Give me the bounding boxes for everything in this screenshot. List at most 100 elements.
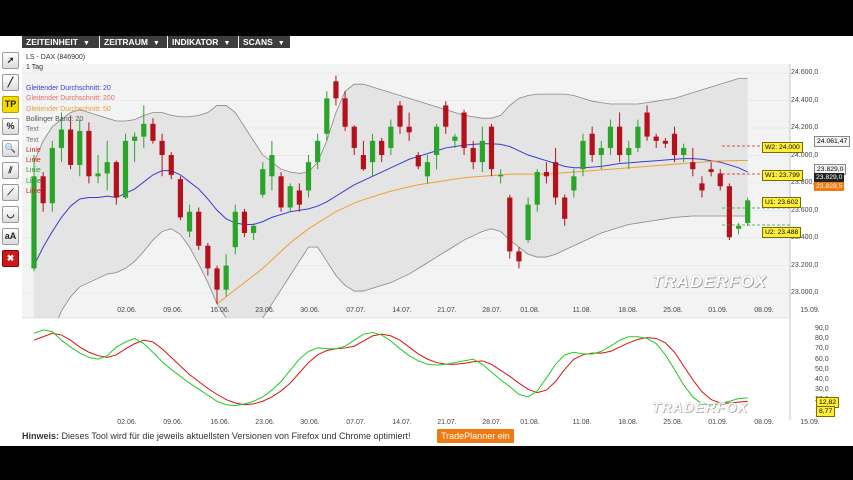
price-tick-label: 23.000,0	[791, 289, 819, 296]
hint-text: Dieses Tool wird für die jeweils aktuell…	[59, 431, 411, 441]
watermark-logo-osc: TRADERFOX	[652, 399, 749, 415]
legend-item[interactable]: Text	[26, 136, 39, 145]
osc-tick-label: 90,0	[815, 325, 829, 332]
candle-body	[132, 136, 138, 141]
candle-body	[40, 176, 46, 204]
candle-body	[388, 126, 394, 148]
candle-body	[552, 162, 559, 198]
date-tick-label: 25.08.	[663, 307, 683, 314]
legend-item[interactable]: Text	[26, 125, 39, 134]
candle-body	[223, 265, 229, 290]
candle-body	[324, 98, 330, 134]
candle-body	[214, 268, 220, 290]
candle-body	[77, 130, 83, 165]
date-tick-label: 11.08.	[572, 419, 592, 426]
candle-body	[141, 123, 147, 137]
legend-item[interactable]: Gleitender Durchschnitt: 20	[26, 84, 111, 93]
candle-body	[580, 140, 586, 170]
date-tick-label: 02.06.	[117, 419, 137, 426]
candle-body	[461, 112, 467, 148]
candle-body	[251, 225, 257, 233]
candle-body	[708, 169, 714, 173]
candle-body	[104, 162, 110, 174]
candle-body	[360, 155, 366, 170]
candle-body	[571, 176, 577, 191]
candle-body	[415, 155, 421, 167]
candle-body	[635, 126, 641, 148]
candle-body	[177, 179, 183, 218]
resistance-w1-label[interactable]: W1: 23.799	[762, 170, 803, 181]
candle[interactable]	[278, 172, 284, 212]
legend-item[interactable]: Gleitender Durchschnitt: 200	[26, 94, 115, 103]
date-tick-label: 30.06.	[300, 419, 320, 426]
candle[interactable]	[196, 207, 202, 250]
date-tick-label: 23.06.	[255, 419, 275, 426]
candle[interactable]	[324, 91, 330, 141]
candle[interactable]	[49, 140, 55, 212]
trading-app: ZEITEINHEIT ▼ ZEITRAUM ▼ INDIKATOR ▼ SCANS ▼ ➚ ╱…	[0, 36, 853, 446]
legend-item[interactable]: Bollinger Band: 20	[26, 115, 83, 124]
candle-body	[397, 105, 403, 127]
candle[interactable]	[122, 133, 129, 199]
price-tick-label: 24.600,0	[791, 69, 819, 76]
date-tick-label: 16.06.	[210, 307, 230, 314]
candle[interactable]	[86, 122, 92, 184]
candle[interactable]	[287, 183, 293, 212]
date-tick-label: 23.06.	[255, 307, 275, 314]
candle-body	[644, 112, 650, 137]
date-tick-label: 08.09.	[754, 419, 774, 426]
candle-body	[406, 126, 412, 133]
candle-body	[351, 126, 357, 148]
candle-body	[369, 140, 376, 163]
osc-tick-label: 50,0	[815, 365, 829, 373]
resistance-w2-label[interactable]: W2: 24.000	[762, 142, 803, 153]
legend-item[interactable]: Linie	[26, 187, 41, 196]
instrument-name: LS - DAX (846900)	[26, 54, 86, 61]
date-tick-label: 01.09.	[708, 307, 728, 314]
date-tick-label: 21.07.	[437, 307, 457, 314]
date-tick-label: 01.08.	[520, 307, 540, 314]
legend-item[interactable]: Linie	[26, 146, 41, 155]
date-tick-label: 09.06.	[163, 307, 183, 314]
candle-body	[269, 155, 275, 177]
date-tick-label: 18.08.	[618, 307, 638, 314]
candle-body	[562, 197, 568, 219]
candle[interactable]	[507, 194, 513, 259]
candle-body	[95, 173, 101, 177]
support-u1-label[interactable]: U1: 23.602	[762, 197, 802, 208]
candle-body	[315, 140, 321, 163]
candle-body	[479, 140, 485, 163]
legend-item[interactable]: Linie	[26, 156, 41, 165]
candle-body	[543, 172, 549, 177]
candle-body	[470, 147, 476, 163]
candle-body	[617, 126, 623, 156]
support-u2-label[interactable]: U2: 23.488	[762, 227, 802, 238]
candle-body	[379, 140, 385, 156]
candle-body	[626, 147, 632, 156]
candle-body	[196, 211, 202, 246]
candle-body	[745, 200, 751, 224]
candle[interactable]	[241, 208, 248, 238]
candle[interactable]	[488, 123, 495, 177]
ma20-value-tag: 23.828,5	[814, 182, 845, 191]
date-tick-label: 25.08.	[663, 419, 683, 426]
date-tick-label: 15.09.	[800, 307, 820, 314]
candle-body	[168, 155, 174, 175]
price-chart[interactable]	[0, 36, 853, 446]
tradeplanner-button[interactable]: TradePlanner ein	[437, 429, 514, 443]
candle[interactable]	[177, 176, 183, 221]
candle[interactable]	[726, 183, 732, 241]
candle-body	[434, 126, 440, 156]
candle[interactable]	[232, 204, 238, 255]
legend-item[interactable]: Linie	[26, 166, 41, 175]
osc-tick-label: 40,0	[815, 376, 829, 383]
candle-body	[525, 204, 531, 241]
candle-body	[424, 162, 431, 177]
candle-body	[653, 136, 659, 141]
browser-hint: Hinweis: Dieses Tool wird für die jeweil…	[22, 431, 411, 441]
candle-body	[699, 183, 705, 191]
candle[interactable]	[745, 197, 751, 226]
legend-item[interactable]: Gleitender Durchschnitt: 50	[26, 105, 111, 114]
osc-tick-label: 70,0	[815, 345, 829, 353]
legend-item[interactable]: Linie	[26, 177, 41, 186]
